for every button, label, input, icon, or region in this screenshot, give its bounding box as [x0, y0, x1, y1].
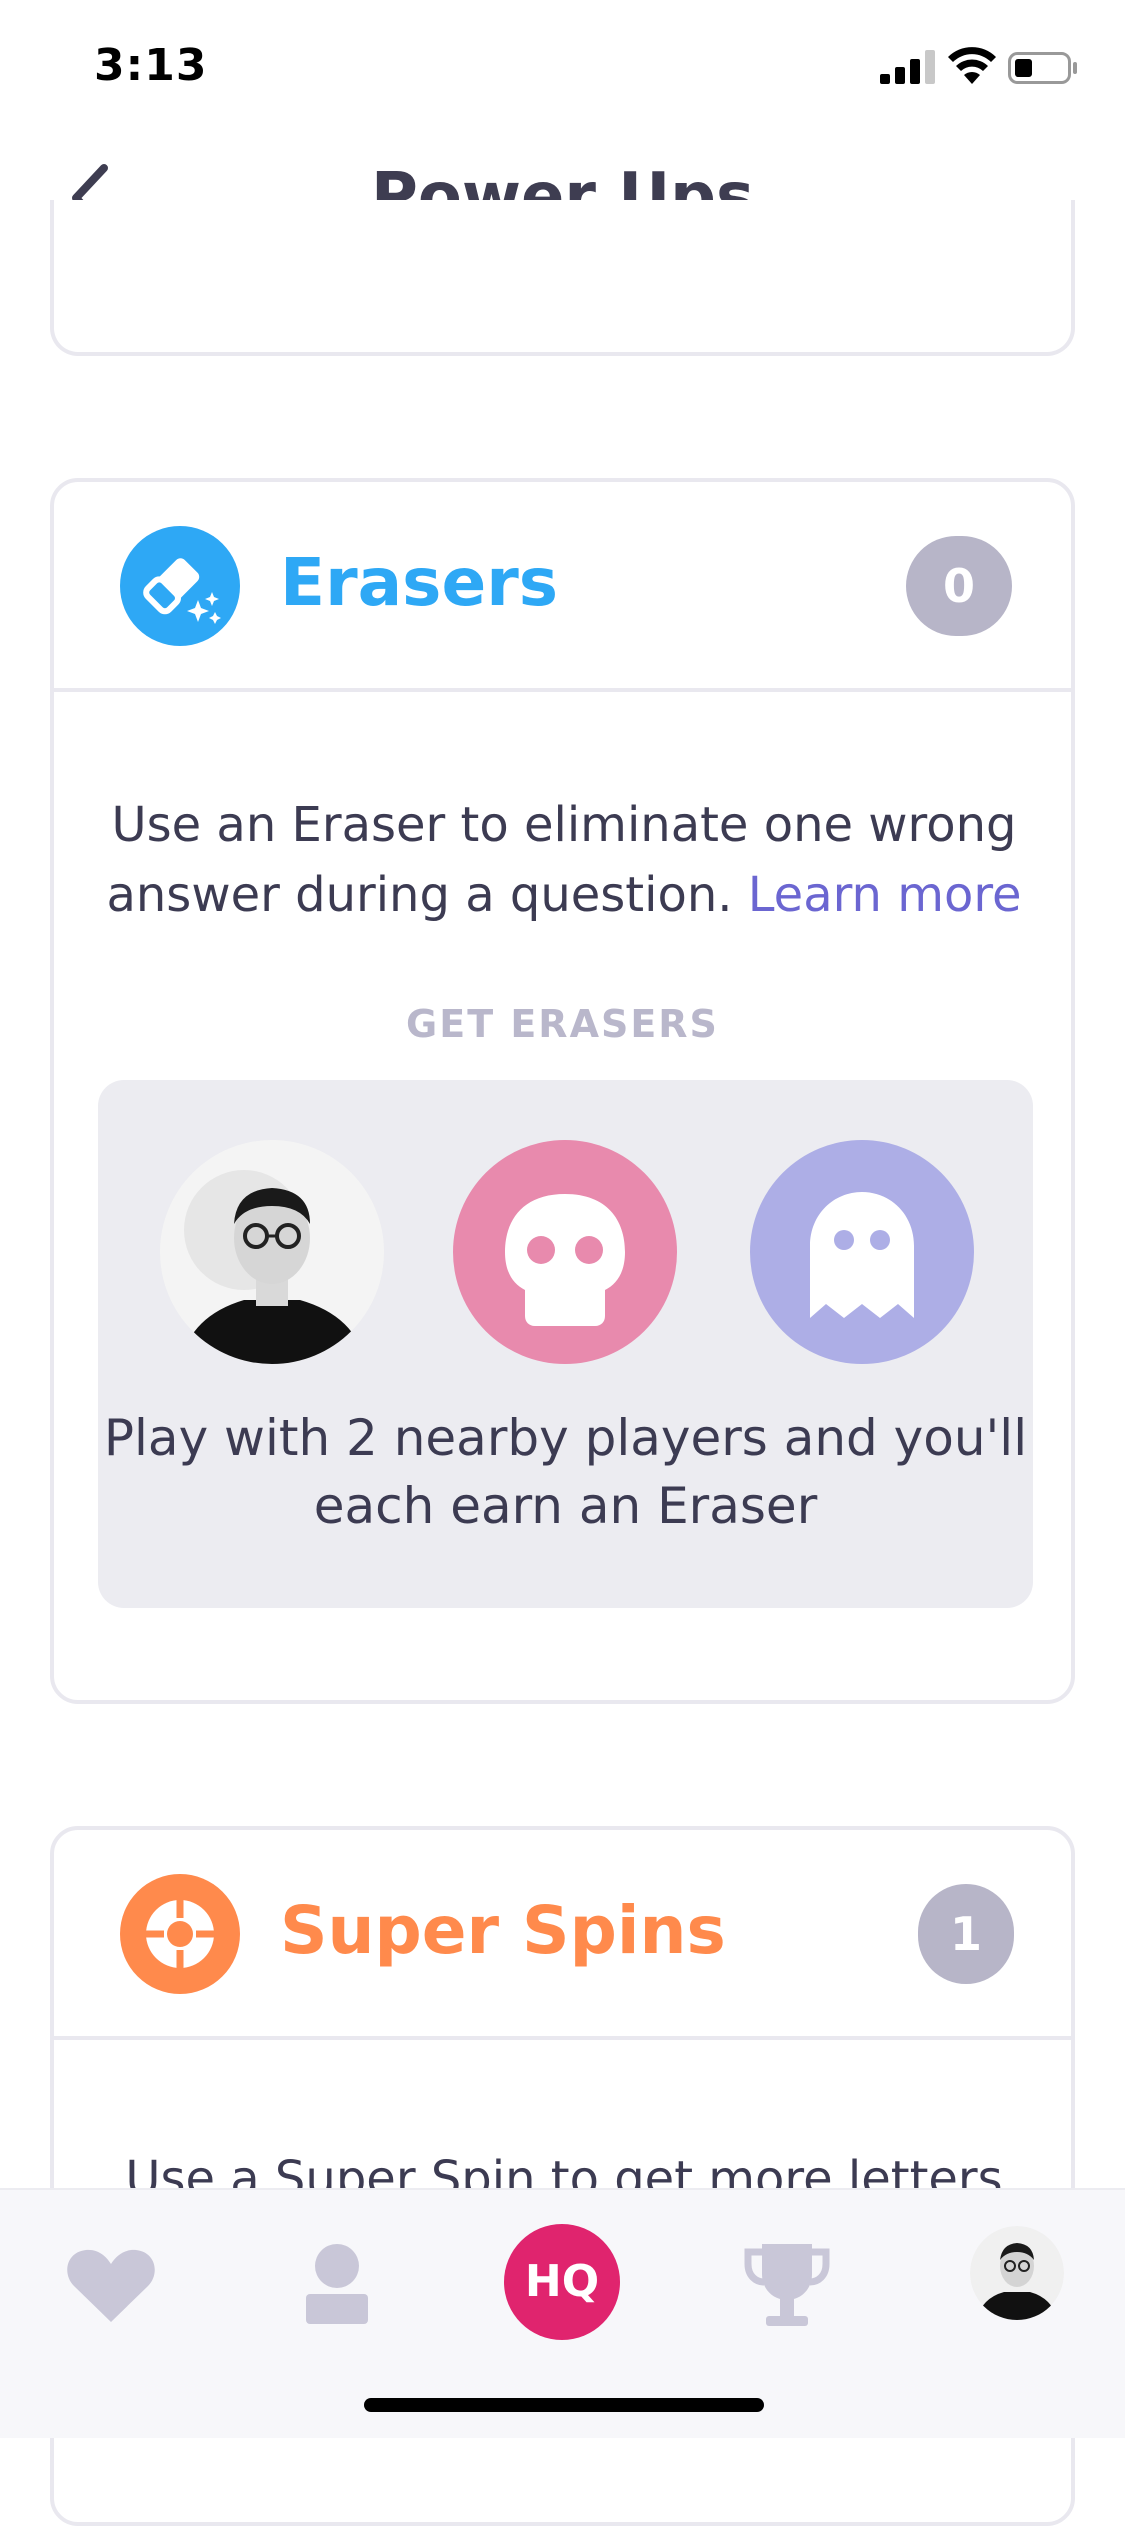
player-avatar-ghost	[750, 1140, 974, 1364]
tab-leaderboard-trophy-icon[interactable]	[732, 2230, 842, 2340]
nearby-players-text: Play with 2 nearby players and you'll ea…	[103, 1409, 1028, 1535]
erasers-description: Use an Eraser to eliminate one wrong ans…	[84, 790, 1044, 930]
erasers-card: Erasers 0 Use an Eraser to eliminate one…	[50, 478, 1075, 1704]
eraser-icon	[120, 526, 240, 646]
super-spins-header: Super Spins 1	[54, 1830, 1071, 2040]
status-bar: 3:13	[0, 0, 1125, 140]
wifi-icon	[948, 47, 996, 84]
learn-more-link[interactable]: Learn more	[748, 867, 1022, 923]
super-spins-count-badge: 1	[918, 1884, 1014, 1984]
nearby-players-box: Play with 2 nearby players and you'll ea…	[98, 1080, 1033, 1608]
erasers-count-badge: 0	[906, 536, 1012, 636]
status-time: 3:13	[94, 40, 208, 91]
get-erasers-label: GET ERASERS	[406, 1002, 719, 1046]
battery-icon	[1008, 52, 1077, 84]
previous-card	[50, 200, 1075, 356]
tab-profile[interactable]	[282, 2230, 392, 2340]
erasers-title: Erasers	[280, 544, 559, 621]
tab-hq-home[interactable]: HQ	[504, 2224, 620, 2340]
super-spins-title: Super Spins	[280, 1892, 726, 1969]
player-avatar-skull	[453, 1140, 677, 1364]
tab-user-avatar[interactable]	[970, 2226, 1064, 2320]
tab-heart[interactable]	[56, 2230, 166, 2340]
super-spin-icon	[120, 1874, 240, 1994]
cellular-signal-icon	[880, 50, 935, 84]
erasers-header: Erasers 0	[54, 482, 1071, 692]
player-avatar-photo	[160, 1140, 384, 1364]
home-indicator	[364, 2398, 764, 2412]
